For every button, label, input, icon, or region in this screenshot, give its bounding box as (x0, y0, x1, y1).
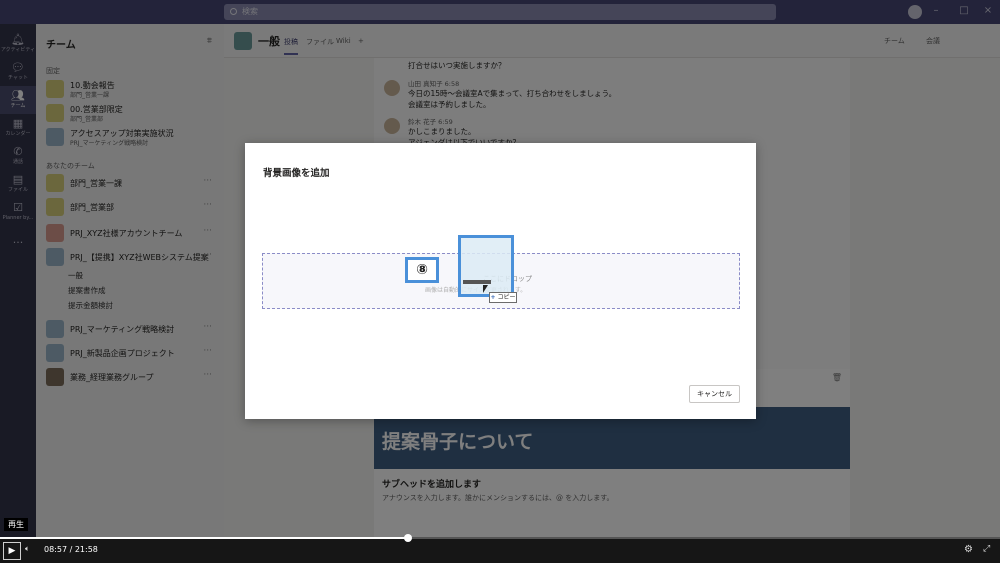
video-controls: ▶ 🔈︎ 08:57 / 21:58 ⚙ ⤢ (0, 534, 1000, 563)
video-progress-bar[interactable] (0, 534, 1000, 542)
progress-fill (0, 537, 408, 539)
cursor-arrow-icon (483, 285, 488, 293)
play-icon: ▶ (8, 546, 16, 556)
timecode: 08:57 / 21:58 (44, 545, 98, 554)
gear-icon[interactable]: ⚙ (964, 544, 973, 555)
play-tooltip: 再生 (4, 518, 28, 531)
dialog-title: 背景画像を追加 (263, 168, 330, 179)
progress-knob[interactable] (404, 534, 412, 542)
drag-preview-bar (463, 280, 491, 284)
fullscreen-icon[interactable]: ⤢ (983, 544, 990, 554)
play-button[interactable]: ▶ (3, 542, 21, 560)
step-marker: ⑧ (405, 257, 439, 283)
plus-icon: + (490, 294, 496, 301)
cancel-button[interactable]: キャンセル (689, 385, 740, 403)
copy-badge: + コピー (489, 292, 517, 303)
volume-icon[interactable]: 🔈︎ (25, 544, 30, 554)
